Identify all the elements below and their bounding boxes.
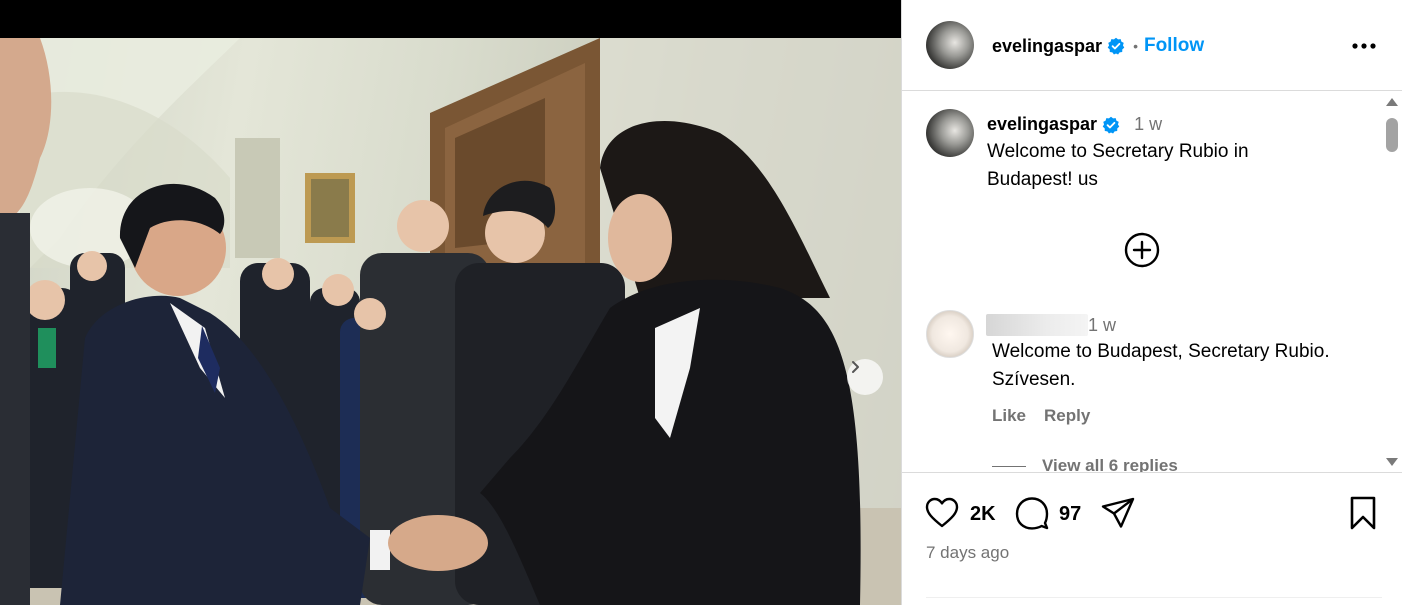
header-user-row: evelingaspar • Follow	[992, 35, 1204, 57]
caption-header: evelingaspar 1 w	[987, 114, 1162, 135]
next-slide-button[interactable]	[847, 359, 883, 395]
scroll-thumb[interactable]	[1386, 118, 1398, 152]
chevron-right-icon	[852, 361, 859, 373]
caption-time[interactable]: 1 w	[1134, 114, 1162, 135]
follow-button[interactable]: Follow	[1144, 35, 1204, 57]
scroll-down-arrow[interactable]	[1386, 458, 1398, 466]
comment-text: Welcome to Budapest, Secretary Rubio. Sz…	[992, 341, 1330, 390]
caption-username[interactable]: evelingaspar	[987, 114, 1097, 135]
post-photo[interactable]	[0, 38, 901, 605]
more-options-icon[interactable]	[1350, 36, 1378, 56]
bookmark-icon[interactable]	[1345, 495, 1381, 531]
posted-time[interactable]: 7 days ago	[926, 543, 1009, 563]
comment-time[interactable]: 1 w	[1088, 315, 1116, 336]
add-circle-icon[interactable]	[1124, 232, 1160, 268]
scroll-up-arrow[interactable]	[1386, 98, 1398, 106]
post-header: evelingaspar • Follow	[902, 0, 1402, 91]
caption-text: Welcome to Secretary Rubio in Budapest! …	[987, 141, 1249, 190]
heart-icon[interactable]	[924, 495, 960, 531]
comments-list: evelingaspar 1 w Welcome to Secretary Ru…	[902, 92, 1382, 472]
post-sidebar: evelingaspar • Follow evelingaspar 1 w W…	[901, 0, 1402, 605]
separator-dot: •	[1133, 38, 1138, 54]
verified-badge-icon	[1107, 37, 1125, 55]
post-media	[0, 0, 901, 605]
comments-scrollbar[interactable]	[1382, 96, 1400, 472]
header-username[interactable]: evelingaspar	[992, 36, 1102, 57]
commenter-avatar[interactable]	[926, 310, 974, 358]
comment-actions: Like Reply	[992, 406, 1090, 426]
replies-divider	[992, 465, 1026, 467]
view-replies-label: View all 6 replies	[1042, 456, 1178, 472]
caption-avatar[interactable]	[926, 109, 974, 157]
post-actions-bar: 2K 97 7 days ago	[902, 472, 1402, 605]
comment-reply-button[interactable]: Reply	[1044, 406, 1090, 426]
view-replies-button[interactable]: View all 6 replies	[992, 456, 1178, 472]
comment-like-button[interactable]: Like	[992, 406, 1026, 426]
bottom-divider	[926, 597, 1382, 598]
avatar[interactable]	[926, 21, 974, 69]
comment-icon[interactable]	[1014, 495, 1050, 531]
comments-count[interactable]: 97	[1059, 503, 1081, 526]
share-icon[interactable]	[1100, 495, 1136, 531]
commenter-username-redacted[interactable]	[986, 314, 1088, 336]
likes-count[interactable]: 2K	[970, 503, 996, 526]
verified-badge-icon	[1102, 116, 1120, 134]
